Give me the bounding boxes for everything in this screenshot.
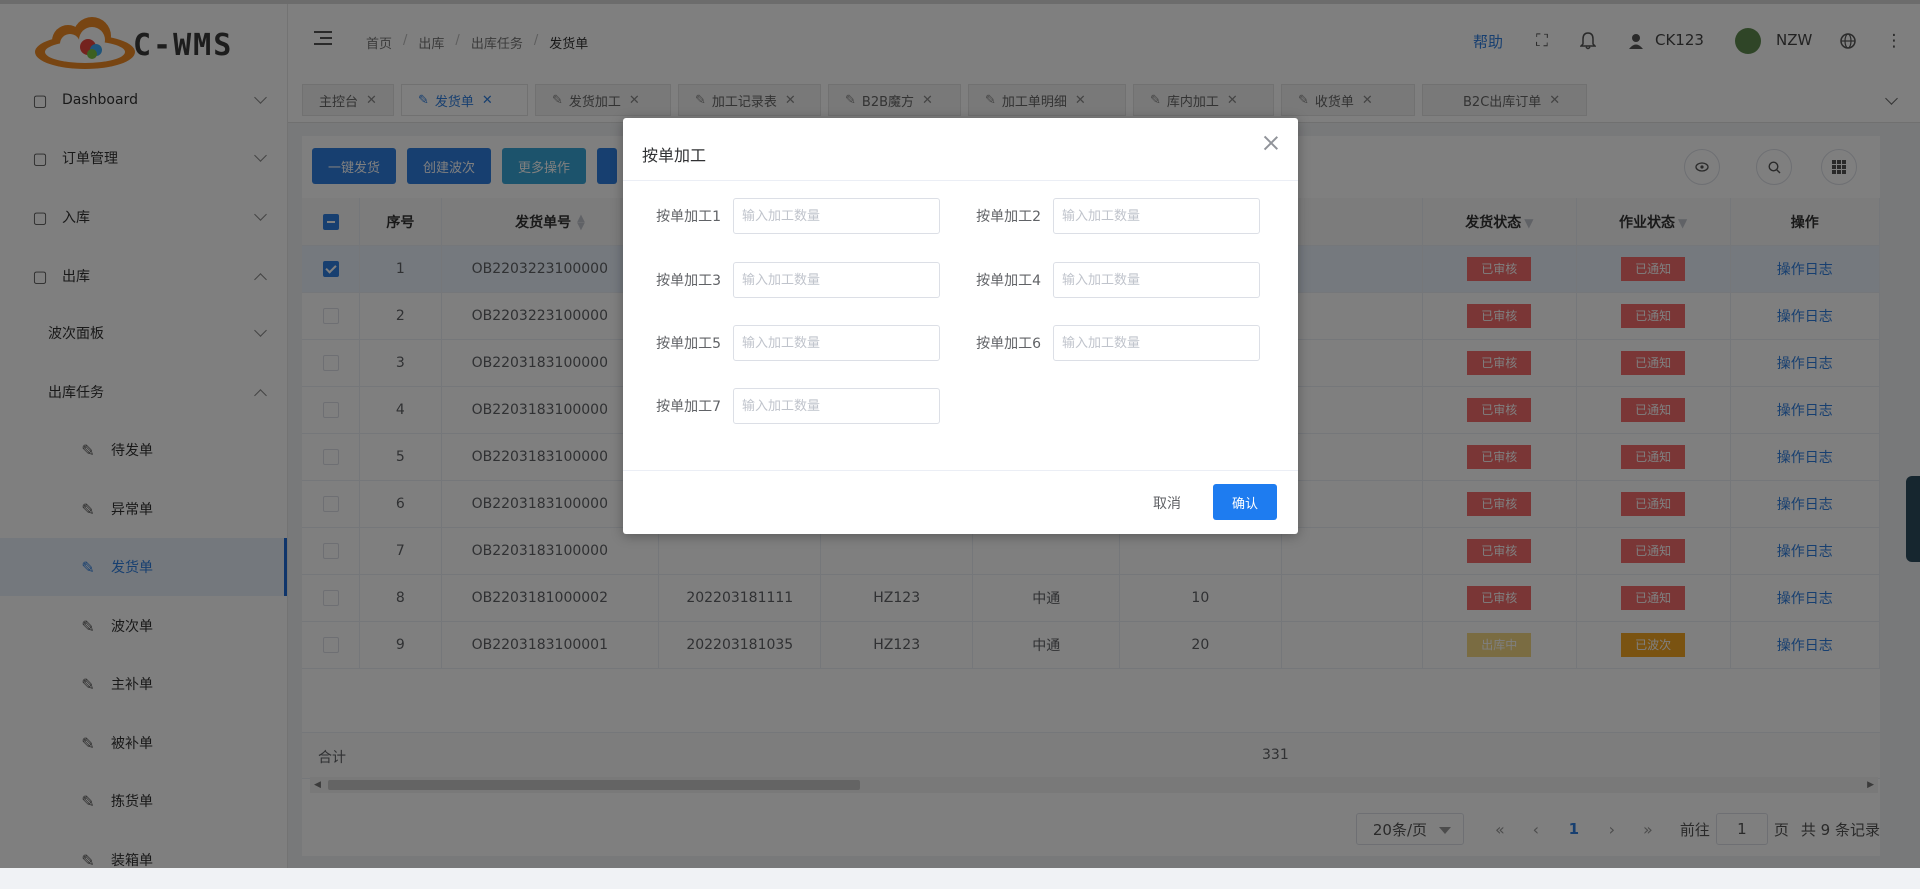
- form-row: 按单加工7: [633, 388, 940, 424]
- field-label: 按单加工6: [976, 336, 1041, 352]
- field-label: 按单加工2: [976, 209, 1041, 225]
- form-row: 按单加工5: [633, 325, 940, 361]
- field-label: 按单加工4: [976, 273, 1041, 289]
- field-label: 按单加工1: [656, 209, 721, 225]
- process-qty-input-4[interactable]: [1053, 262, 1260, 298]
- field-label: 按单加工3: [656, 273, 721, 289]
- form-row: 按单加工1: [633, 198, 940, 234]
- process-qty-input-5[interactable]: [733, 325, 940, 361]
- field-label: 按单加工5: [656, 336, 721, 352]
- close-icon[interactable]: [1262, 134, 1280, 152]
- process-qty-input-6[interactable]: [1053, 325, 1260, 361]
- process-qty-input-1[interactable]: [733, 198, 940, 234]
- process-qty-input-7[interactable]: [733, 388, 940, 424]
- process-dialog: 按单加工 按单加工1 按单加工2 按单加工3 按单加工4 按单加工5 按单加工6 按单加工7…: [623, 118, 1298, 534]
- confirm-button[interactable]: 确认: [1213, 484, 1277, 520]
- form-row: 按单加工3: [633, 262, 940, 298]
- dialog-title: 按单加工: [642, 146, 707, 165]
- form-row: 按单加工2: [953, 198, 1260, 234]
- field-label: 按单加工7: [656, 399, 721, 415]
- form-row: 按单加工6: [953, 325, 1260, 361]
- process-qty-input-2[interactable]: [1053, 198, 1260, 234]
- process-qty-input-3[interactable]: [733, 262, 940, 298]
- cancel-button[interactable]: 取消: [1147, 492, 1187, 514]
- form-row: 按单加工4: [953, 262, 1260, 298]
